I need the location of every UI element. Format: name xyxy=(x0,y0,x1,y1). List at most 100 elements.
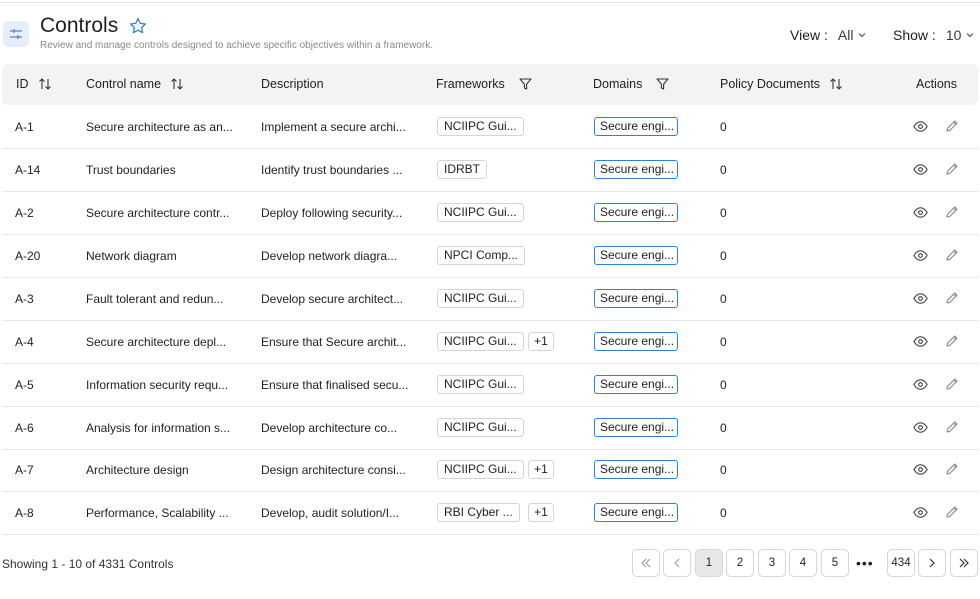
cell-control-name[interactable]: Analysis for information s... xyxy=(86,421,230,435)
last-page-number-button[interactable]: 434 xyxy=(887,549,915,577)
table-row[interactable]: A-5 Information security requ... Ensure … xyxy=(2,364,978,407)
cell-control-name[interactable]: Performance, Scalability ... xyxy=(86,506,229,520)
page-button-1[interactable]: 1 xyxy=(695,549,723,577)
view-dropdown[interactable]: All xyxy=(838,27,854,43)
last-page-button[interactable] xyxy=(950,549,978,577)
view-label: View : xyxy=(790,27,828,43)
cell-control-name[interactable]: Secure architecture contr... xyxy=(86,206,229,220)
column-header-policy-documents[interactable]: Policy Documents xyxy=(720,77,843,91)
view-eye-icon[interactable] xyxy=(913,249,928,262)
view-eye-icon[interactable] xyxy=(913,463,928,476)
column-header-frameworks[interactable]: Frameworks xyxy=(436,77,532,91)
more-frameworks-badge[interactable]: +1 xyxy=(528,503,554,522)
domain-tag: Secure engi... xyxy=(594,289,678,308)
page-size-dropdown[interactable]: 10 xyxy=(946,27,962,43)
filter-icon[interactable] xyxy=(656,78,669,90)
column-header-id[interactable]: ID xyxy=(16,77,52,91)
table-row[interactable]: A-20 Network diagram Develop network dia… xyxy=(2,235,978,278)
cell-policy-count: 0 xyxy=(720,249,727,263)
domain-tag: Secure engi... xyxy=(594,160,678,179)
show-page-size[interactable]: Show : 10 xyxy=(893,27,975,43)
table-row[interactable]: A-3 Fault tolerant and redun... Develop … xyxy=(2,278,978,321)
column-header-domains[interactable]: Domains xyxy=(593,77,669,91)
domain-tag: Secure engi... xyxy=(594,375,678,394)
edit-pencil-icon[interactable] xyxy=(945,334,959,348)
sort-icon[interactable] xyxy=(170,78,184,90)
controls-sliders-icon xyxy=(3,21,29,47)
column-label: Control name xyxy=(86,77,162,91)
cell-description: Develop network diagra... xyxy=(261,249,398,263)
cell-control-name[interactable]: Architecture design xyxy=(86,463,189,477)
pagination-ellipsis: ••• xyxy=(856,555,874,571)
table-row[interactable]: A-6 Analysis for information s... Develo… xyxy=(2,407,978,450)
column-header-control-name[interactable]: Control name xyxy=(86,77,184,91)
view-eye-icon[interactable] xyxy=(913,120,928,133)
edit-pencil-icon[interactable] xyxy=(945,462,959,476)
next-page-button[interactable] xyxy=(918,549,946,577)
page-button-3[interactable]: 3 xyxy=(758,549,786,577)
framework-tag: NCIIPC Gui... xyxy=(437,418,524,437)
chevron-down-icon[interactable] xyxy=(965,30,975,40)
cell-id: A-4 xyxy=(15,335,34,349)
prev-page-button[interactable] xyxy=(663,549,691,577)
framework-tag: IDRBT xyxy=(437,160,487,179)
view-eye-icon[interactable] xyxy=(913,506,928,519)
cell-id: A-3 xyxy=(15,292,34,306)
column-label: Policy Documents xyxy=(720,77,821,91)
cell-description: Ensure that finalised secu... xyxy=(261,378,409,392)
cell-id: A-5 xyxy=(15,378,34,392)
framework-tag: RBI Cyber ... xyxy=(437,503,520,522)
filter-icon[interactable] xyxy=(519,78,532,90)
edit-pencil-icon[interactable] xyxy=(945,162,959,176)
view-eye-icon[interactable] xyxy=(913,335,928,348)
table-row[interactable]: A-8 Performance, Scalability ... Develop… xyxy=(2,492,978,535)
edit-pencil-icon[interactable] xyxy=(945,119,959,133)
more-frameworks-badge[interactable]: +1 xyxy=(528,332,554,351)
view-eye-icon[interactable] xyxy=(913,292,928,305)
cell-control-name[interactable]: Network diagram xyxy=(86,249,177,263)
edit-pencil-icon[interactable] xyxy=(945,248,959,262)
view-filter[interactable]: View : All xyxy=(790,27,867,43)
view-eye-icon[interactable] xyxy=(913,206,928,219)
edit-pencil-icon[interactable] xyxy=(945,505,959,519)
page-button-5[interactable]: 5 xyxy=(821,549,849,577)
edit-pencil-icon[interactable] xyxy=(945,205,959,219)
domain-tag: Secure engi... xyxy=(594,503,678,522)
cell-control-name[interactable]: Secure architecture as an... xyxy=(86,120,233,134)
framework-tag: NCIIPC Gui... xyxy=(437,203,524,222)
cell-control-name[interactable]: Fault tolerant and redun... xyxy=(86,292,223,306)
framework-tag: NCIIPC Gui... xyxy=(437,460,524,479)
cell-policy-count: 0 xyxy=(720,506,727,520)
edit-pencil-icon[interactable] xyxy=(945,291,959,305)
table-row[interactable]: A-2 Secure architecture contr... Deploy … xyxy=(2,192,978,235)
cell-description: Implement a secure archi... xyxy=(261,120,406,134)
first-page-button[interactable] xyxy=(632,549,660,577)
page-button-4[interactable]: 4 xyxy=(789,549,817,577)
cell-policy-count: 0 xyxy=(720,120,727,134)
column-header-description: Description xyxy=(261,77,324,91)
edit-pencil-icon[interactable] xyxy=(945,377,959,391)
view-eye-icon[interactable] xyxy=(913,378,928,391)
sort-icon[interactable] xyxy=(38,78,52,90)
sort-icon[interactable] xyxy=(829,78,843,90)
cell-control-name[interactable]: Information security requ... xyxy=(86,378,228,392)
more-frameworks-badge[interactable]: +1 xyxy=(528,460,554,479)
table-row[interactable]: A-7 Architecture design Design architect… xyxy=(2,449,978,492)
table-row[interactable]: A-14 Trust boundaries Identify trust bou… xyxy=(2,149,978,192)
view-eye-icon[interactable] xyxy=(913,421,928,434)
domain-tag: Secure engi... xyxy=(594,203,678,222)
table-row[interactable]: A-4 Secure architecture depl... Ensure t… xyxy=(2,321,978,364)
view-eye-icon[interactable] xyxy=(913,163,928,176)
double-chevron-right-icon xyxy=(959,558,969,568)
edit-pencil-icon[interactable] xyxy=(945,420,959,434)
cell-id: A-14 xyxy=(15,163,41,177)
cell-policy-count: 0 xyxy=(720,206,727,220)
page-button-2[interactable]: 2 xyxy=(726,549,754,577)
favorite-star-icon[interactable] xyxy=(129,17,147,35)
domain-tag: Secure engi... xyxy=(594,460,678,479)
cell-control-name[interactable]: Trust boundaries xyxy=(86,163,176,177)
domain-tag: Secure engi... xyxy=(594,418,678,437)
chevron-down-icon[interactable] xyxy=(857,30,867,40)
cell-control-name[interactable]: Secure architecture depl... xyxy=(86,335,226,349)
table-row[interactable]: A-1 Secure architecture as an... Impleme… xyxy=(2,106,978,149)
